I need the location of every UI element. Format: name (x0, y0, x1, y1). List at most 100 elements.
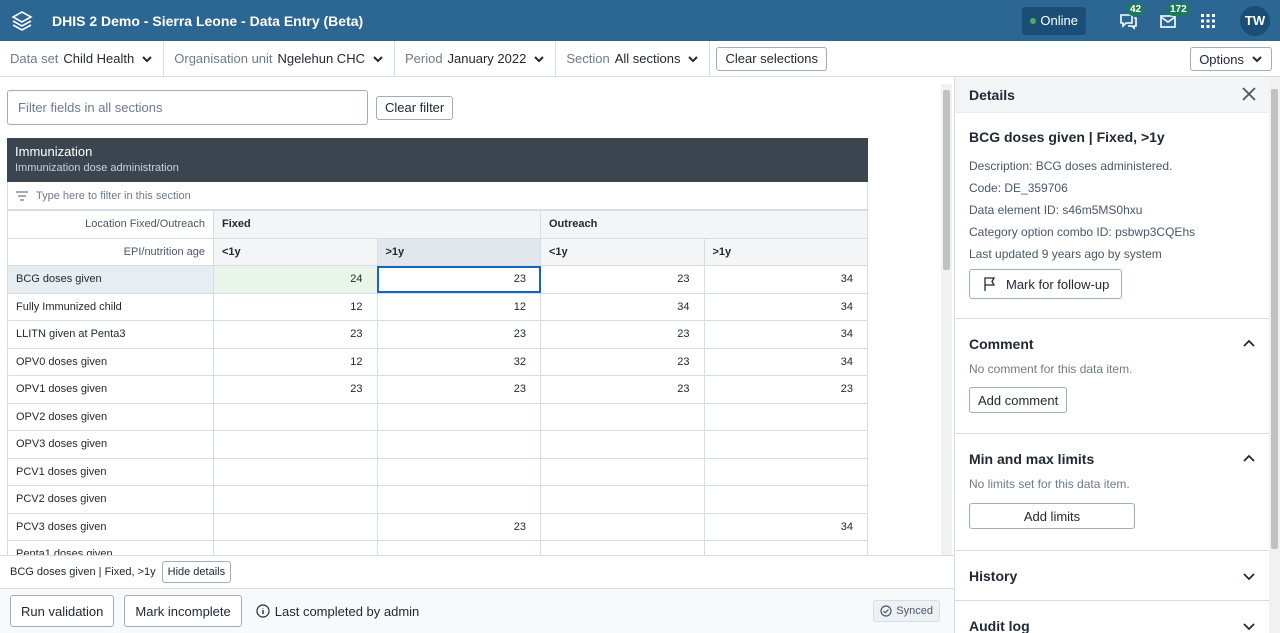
limits-section: Min and max limits No limits set for thi… (955, 434, 1280, 551)
last-completed-text: Last completed by admin (274, 603, 420, 619)
data-input-cell[interactable] (703, 540, 868, 555)
data-input-cell[interactable]: 34 (703, 265, 868, 294)
data-input-cell[interactable]: 32 (376, 347, 541, 376)
details-header: Details (955, 77, 1280, 113)
mark-follow-up-button[interactable]: Mark for follow-up (969, 269, 1123, 299)
dhis2-logo-icon[interactable] (2, 0, 42, 41)
data-input-cell[interactable] (213, 430, 378, 459)
data-input-cell[interactable] (540, 430, 705, 459)
data-input-cell[interactable] (376, 485, 541, 514)
sidebar-scrollbar-thumb[interactable] (1271, 89, 1278, 549)
options-button[interactable]: Options (1190, 47, 1272, 71)
age-column-header: <1y (540, 237, 705, 266)
data-input-cell[interactable]: 23 (213, 320, 378, 349)
interpretations-button[interactable]: 42 (1108, 0, 1148, 41)
data-input-cell[interactable] (703, 430, 868, 459)
history-header[interactable]: History (969, 551, 1266, 600)
messages-button[interactable]: 172 (1148, 0, 1190, 41)
data-input-cell[interactable] (213, 402, 378, 431)
comment-header[interactable]: Comment (969, 319, 1266, 368)
dataset-label: Data set (10, 51, 59, 66)
data-input-cell[interactable] (703, 485, 868, 514)
chevron-down-icon (1243, 572, 1255, 580)
data-input-cell[interactable] (540, 540, 705, 555)
close-icon[interactable] (1240, 85, 1258, 103)
add-limits-button[interactable]: Add limits (969, 503, 1135, 529)
orgunit-selector[interactable]: Organisation unit Ngelehun CHC (164, 40, 395, 77)
data-input-cell[interactable]: 23 (540, 375, 705, 404)
data-input-cell[interactable] (213, 457, 378, 486)
online-dot-icon (1030, 17, 1037, 24)
data-input-cell[interactable]: 34 (703, 512, 868, 541)
current-item-bar: BCG doses given | Fixed, >1y Hide detail… (0, 555, 954, 588)
fixed-column-header: Fixed (213, 210, 541, 239)
data-input-cell[interactable] (213, 512, 378, 541)
chevron-up-icon (1243, 339, 1255, 347)
comment-section: Comment No comment for this data item. A… (955, 319, 1280, 434)
data-input-cell[interactable] (540, 485, 705, 514)
period-selector[interactable]: Period January 2022 (395, 40, 557, 77)
online-label: Online (1040, 13, 1078, 28)
section-filter-input[interactable]: Type here to filter in this section (7, 182, 868, 210)
chevron-down-icon (534, 55, 545, 62)
row-label: OPV2 doses given (7, 402, 214, 431)
data-input-cell[interactable]: 12 (213, 292, 378, 321)
data-input-cell[interactable]: 12 (213, 347, 378, 376)
data-input-cell[interactable]: 23 (703, 375, 868, 404)
data-input-cell[interactable] (540, 402, 705, 431)
current-item-label: BCG doses given | Fixed, >1y (10, 566, 156, 578)
main-scrollbar-thumb[interactable] (943, 90, 950, 270)
filter-all-sections-input[interactable]: Filter fields in all sections (7, 90, 368, 125)
hide-details-button[interactable]: Hide details (161, 561, 232, 583)
chevron-up-icon (1243, 454, 1255, 462)
data-input-cell[interactable]: 34 (703, 347, 868, 376)
data-input-cell[interactable] (376, 402, 541, 431)
table-row: PCV2 doses given (7, 485, 868, 514)
data-input-cell[interactable] (540, 512, 705, 541)
apps-menu-button[interactable] (1188, 0, 1228, 41)
data-input-cell[interactable] (376, 540, 541, 555)
data-input-cell[interactable] (213, 485, 378, 514)
sidebar-scrollbar[interactable] (1269, 77, 1280, 633)
user-avatar[interactable]: TW (1240, 5, 1270, 36)
data-input-cell[interactable]: 23 (540, 320, 705, 349)
dataset-selector[interactable]: Data set Child Health (0, 40, 165, 77)
clear-filter-button[interactable]: Clear filter (376, 95, 454, 120)
synced-status: Synced (873, 600, 940, 622)
clear-selections-button[interactable]: Clear selections (716, 46, 827, 71)
row-label: Fully Immunized child (7, 292, 214, 321)
item-element-id: Data element ID: s46m5MS0hxu (969, 203, 1143, 217)
data-input-cell[interactable]: 23 (540, 347, 705, 376)
data-input-cell[interactable] (540, 457, 705, 486)
data-input-cell[interactable]: 23 (213, 375, 378, 404)
data-input-cell[interactable]: 34 (540, 292, 705, 321)
main-scrollbar[interactable] (941, 84, 952, 556)
info-icon (256, 604, 270, 618)
limits-heading: Min and max limits (969, 450, 1095, 467)
run-validation-button[interactable]: Run validation (10, 595, 115, 627)
data-input-cell[interactable] (703, 402, 868, 431)
audit-log-header[interactable]: Audit log (969, 601, 1266, 633)
item-coc-id: Category option combo ID: psbwp3CQEhs (969, 225, 1196, 239)
data-input-cell[interactable]: 23 (540, 265, 705, 294)
data-input-cell[interactable] (213, 540, 378, 555)
data-input-cell[interactable] (376, 430, 541, 459)
row-label: Penta1 doses given (7, 540, 214, 555)
dataset-value: Child Health (63, 51, 135, 66)
mark-incomplete-button[interactable]: Mark incomplete (124, 595, 242, 627)
data-input-cell[interactable]: 12 (376, 292, 541, 321)
section-selector[interactable]: Section All sections (556, 40, 711, 77)
data-input-cell[interactable] (703, 457, 868, 486)
item-title: BCG doses given | Fixed, >1y (969, 129, 1165, 145)
limits-header[interactable]: Min and max limits (969, 434, 1266, 483)
row-label: LLITN given at Penta3 (7, 320, 214, 349)
data-input-cell[interactable]: 23 (376, 265, 541, 294)
data-input-cell[interactable]: 23 (376, 375, 541, 404)
data-input-cell[interactable]: 34 (703, 292, 868, 321)
data-input-cell[interactable]: 23 (376, 512, 541, 541)
data-input-cell[interactable]: 24 (213, 265, 378, 294)
data-input-cell[interactable] (376, 457, 541, 486)
data-input-cell[interactable]: 23 (376, 320, 541, 349)
add-comment-button[interactable]: Add comment (969, 387, 1068, 413)
data-input-cell[interactable]: 34 (703, 320, 868, 349)
